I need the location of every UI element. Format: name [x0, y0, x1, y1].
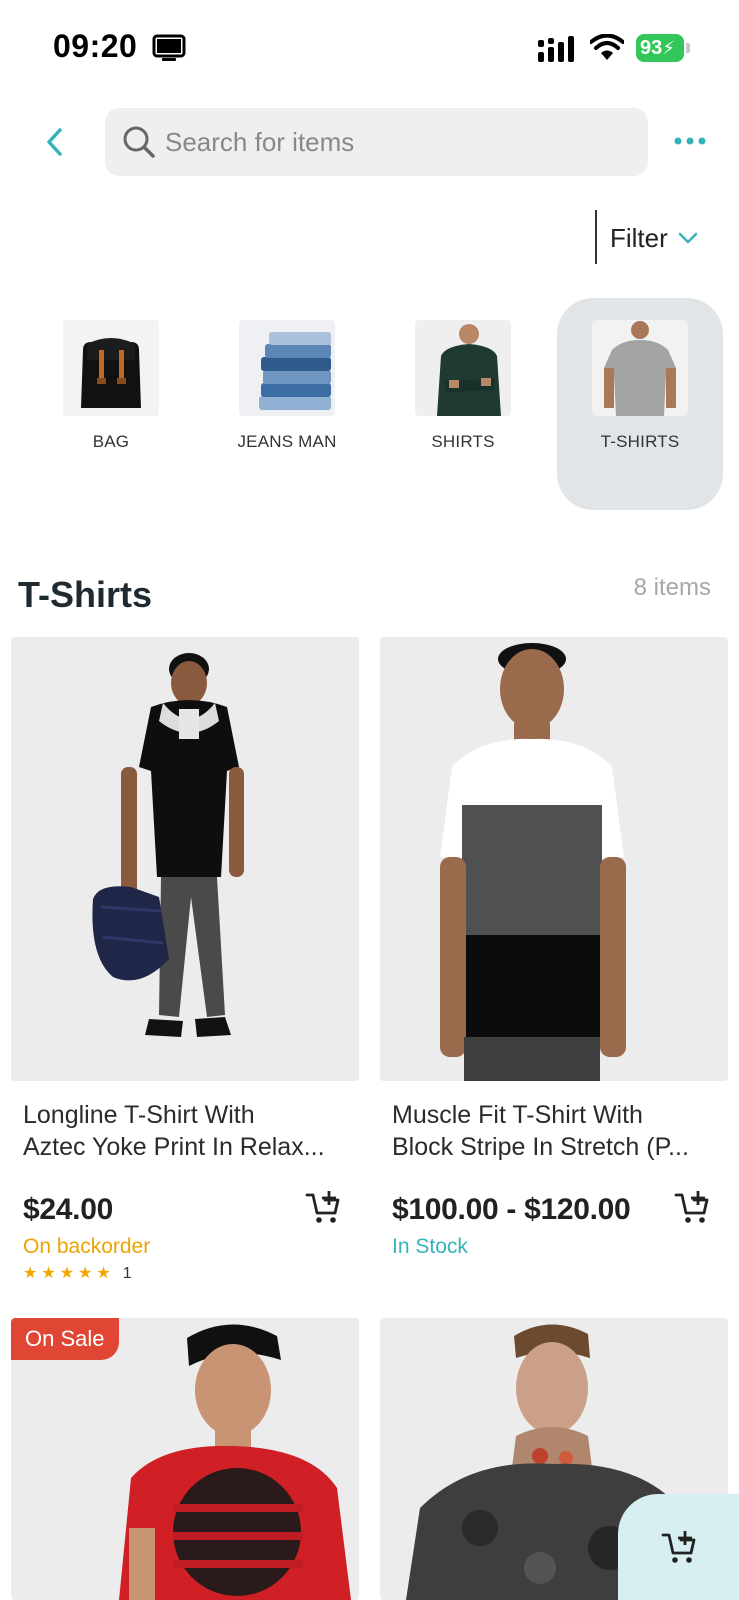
shirts-thumbnail: [415, 320, 511, 416]
filter-divider: [595, 210, 597, 264]
search-icon: [123, 126, 155, 158]
section-title: T-Shirts: [18, 574, 153, 615]
add-to-cart-button[interactable]: [674, 1189, 710, 1225]
category-bag[interactable]: BAG: [28, 298, 194, 510]
rating-row: ★ ★ ★ ★ ★ 1: [23, 1265, 132, 1283]
add-to-cart-icon: [661, 1531, 695, 1563]
star-icon: ★: [96, 1265, 111, 1282]
star-icon: ★: [59, 1265, 75, 1282]
screen-icon: [152, 34, 186, 61]
product-image[interactable]: [380, 637, 728, 1081]
bag-thumbnail: [63, 320, 159, 416]
status-time: 09:20: [53, 28, 138, 64]
star-icon: ★: [78, 1265, 93, 1282]
category-t-shirts[interactable]: T-SHIRTS: [557, 298, 723, 510]
product-image[interactable]: On Sale: [11, 1318, 359, 1600]
stock-status: In Stock: [392, 1235, 468, 1258]
more-dots-icon: [674, 137, 706, 145]
add-to-cart-icon: [674, 1191, 709, 1223]
battery-level: 93: [640, 37, 663, 59]
category-label: JEANS MAN: [237, 432, 337, 451]
product-title[interactable]: Longline T-Shirt With Aztec Yoke Print I…: [23, 1099, 349, 1163]
product-image[interactable]: [11, 637, 359, 1081]
floating-cart-button[interactable]: [618, 1494, 739, 1600]
product-price: $24.00: [23, 1193, 113, 1226]
star-icon: ★: [23, 1265, 38, 1282]
category-label: BAG: [92, 432, 130, 451]
search-input[interactable]: [165, 108, 635, 176]
on-sale-badge: On Sale: [11, 1318, 119, 1360]
wifi-icon: [590, 34, 624, 60]
add-to-cart-icon: [305, 1191, 340, 1223]
product-price: $100.00 - $120.00: [392, 1193, 631, 1226]
item-count: 8 items: [633, 574, 711, 601]
chevron-down-icon: [678, 232, 698, 244]
jeans-thumbnail: [239, 320, 335, 416]
category-shirts[interactable]: SHIRTS: [380, 298, 546, 510]
signal-icon: [538, 36, 574, 62]
filter-label: Filter: [610, 222, 668, 253]
back-button[interactable]: [36, 120, 72, 164]
product-title[interactable]: Muscle Fit T-Shirt With Block Stripe In …: [392, 1099, 718, 1163]
search-box[interactable]: [105, 108, 648, 176]
category-label: T-SHIRTS: [600, 432, 680, 451]
category-label: SHIRTS: [431, 432, 495, 451]
product-card[interactable]: On Sale: [11, 1318, 359, 1600]
more-options-button[interactable]: [670, 126, 710, 156]
stock-status: On backorder: [23, 1235, 151, 1258]
star-icon: ★: [41, 1265, 56, 1282]
filter-button[interactable]: Filter: [610, 214, 698, 262]
product-card[interactable]: Muscle Fit T-Shirt With Block Stripe In …: [380, 637, 728, 1277]
t-shirts-thumbnail: [592, 320, 688, 416]
status-bar: 09:20 93⚡: [0, 0, 739, 96]
add-to-cart-button[interactable]: [305, 1189, 341, 1225]
product-card[interactable]: Longline T-Shirt With Aztec Yoke Print I…: [11, 637, 359, 1282]
rating-count: 1: [122, 1265, 132, 1282]
battery-icon: 93⚡: [636, 34, 690, 62]
category-list: BAG JEANS MAN SHIRTS T-SHIRTS: [0, 298, 739, 510]
back-chevron-icon: [47, 128, 62, 156]
category-jeans-man[interactable]: JEANS MAN: [204, 298, 370, 510]
